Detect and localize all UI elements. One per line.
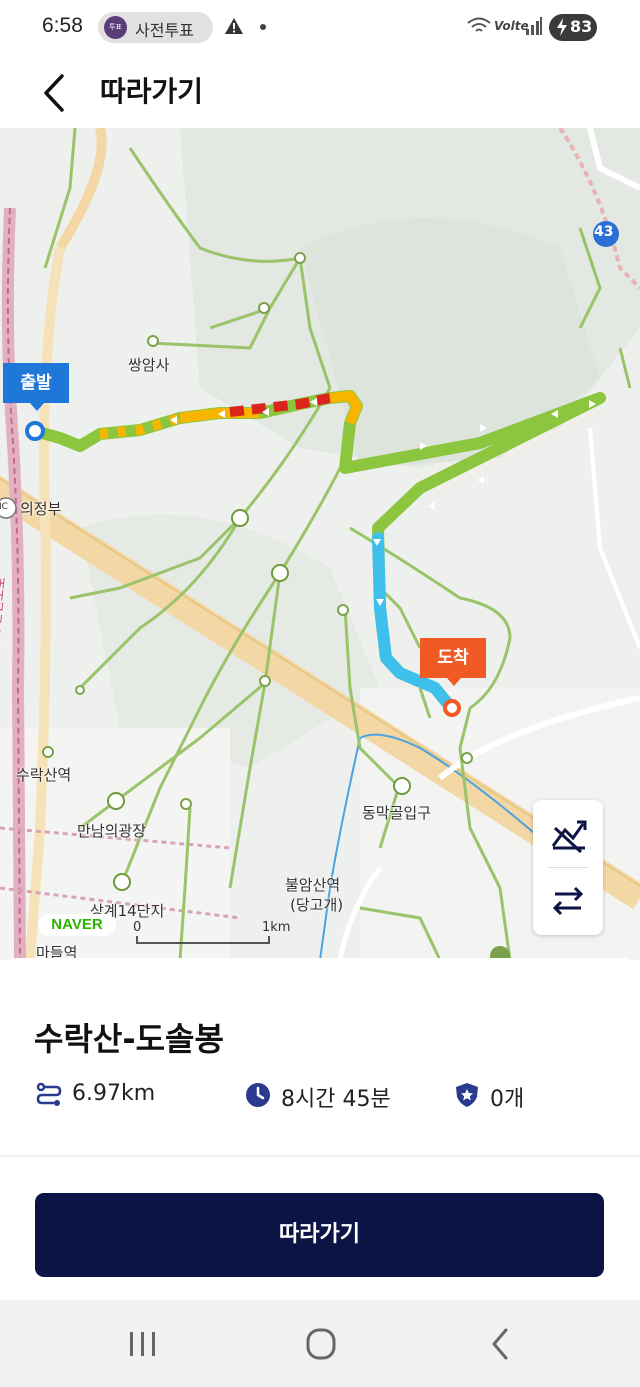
scale-end-label: 1km xyxy=(262,920,291,935)
scale-bar xyxy=(136,936,270,944)
system-nav-bar xyxy=(0,1300,640,1387)
follow-button[interactable]: 따라가기 xyxy=(35,1193,604,1277)
swap-arrows-icon xyxy=(552,886,584,916)
election-notice-pill[interactable]: 투표 사전투표 xyxy=(98,12,213,43)
start-flag: 출발 xyxy=(3,363,69,411)
home-icon xyxy=(306,1328,336,1360)
star-badge-icon xyxy=(454,1082,480,1112)
system-back-button[interactable] xyxy=(470,1322,530,1366)
battery-indicator: 83 xyxy=(549,14,597,41)
volte-indicator: Volte xyxy=(494,19,529,33)
naver-logo: NAVER xyxy=(38,914,116,936)
sheet-divider xyxy=(0,1155,640,1157)
route-title: 수락산-도솔봉 xyxy=(34,1020,224,1058)
battery-level: 83 xyxy=(570,17,593,36)
signal-icon xyxy=(525,16,543,40)
label-dongmakgol: 동막골입구 xyxy=(362,804,432,822)
ic-badge: IC xyxy=(0,502,8,512)
scale-start-label: 0 xyxy=(133,920,142,935)
route-map[interactable]: 43 IC 쌍암사 의정부 수락산역 만남의광장 상계14단지 마들역 불암산역… xyxy=(0,128,640,960)
election-notice-text: 사전투표 xyxy=(135,21,194,40)
page-title: 따라가기 xyxy=(100,75,204,108)
distance-value: 6.97km xyxy=(72,1081,156,1106)
system-back-icon xyxy=(492,1328,508,1360)
elevation-toggle-button[interactable] xyxy=(533,800,603,866)
recent-apps-button[interactable] xyxy=(113,1322,173,1366)
label-mannam-plaza: 만남의광장 xyxy=(77,822,147,840)
app-bar: 따라가기 xyxy=(0,56,640,128)
label-danggogae: (당고개) xyxy=(290,896,344,914)
charging-icon xyxy=(556,18,568,40)
wifi-icon xyxy=(466,16,492,40)
clock: 6:58 xyxy=(42,14,83,37)
back-button[interactable] xyxy=(34,66,78,116)
route-distance-icon xyxy=(36,1082,62,1112)
route-info-sheet: 수락산-도솔봉 6.97km 8시간 45분 0개 따라가기 xyxy=(0,958,640,1298)
vote-logo-icon: 투표 xyxy=(104,16,127,39)
label-suraksan-station: 수락산역 xyxy=(16,766,72,784)
label-ssangamsa: 쌍암사 xyxy=(128,356,170,374)
badges-value: 0개 xyxy=(490,1087,525,1112)
back-arrow-icon xyxy=(44,74,64,112)
duration-value: 8시간 45분 xyxy=(281,1087,391,1112)
home-button[interactable] xyxy=(291,1322,351,1366)
map-controls xyxy=(533,800,603,935)
notification-dot-icon xyxy=(260,24,266,30)
label-bulamsan-station: 불암산역 xyxy=(285,876,341,894)
clock-icon xyxy=(245,1082,271,1112)
highway-43-badge: 43 xyxy=(594,224,614,240)
end-flag: 도착 xyxy=(420,638,486,686)
warning-icon xyxy=(224,17,244,39)
status-bar: 6:58 투표 사전투표 Volte 83 xyxy=(0,0,640,56)
elevation-chart-icon xyxy=(551,820,587,854)
recent-apps-icon xyxy=(130,1332,155,1356)
reverse-route-button[interactable] xyxy=(533,868,603,934)
label-uijeongbu: 의정부 xyxy=(20,500,62,518)
